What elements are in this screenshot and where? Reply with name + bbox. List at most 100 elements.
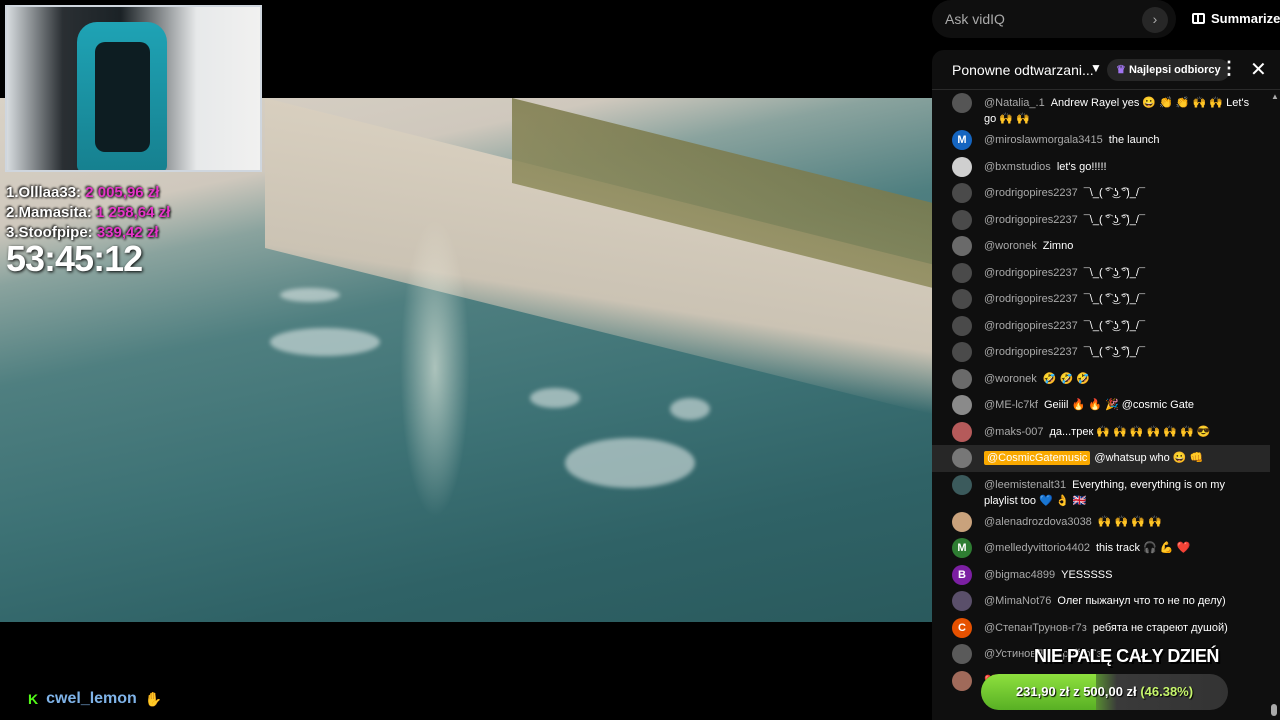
- chat-text: да...трек 🙌 🙌 🙌 🙌 🙌 🙌 😎: [1049, 425, 1211, 438]
- chat-message[interactable]: @ME-lc7kf Geiiil 🔥 🔥 🎉 @cosmic Gate: [932, 392, 1270, 419]
- chat-text: ¯\_( ͡° ͜ʖ ͡°)_/¯: [1083, 346, 1146, 358]
- chat-title[interactable]: Ponowne odtwarzani...: [952, 62, 1094, 78]
- chat-author[interactable]: @rodrigopires2237: [984, 187, 1078, 199]
- chat-message[interactable]: M @melledyvittorio4402 this track 🎧 💪 ❤️: [932, 535, 1270, 562]
- chat-author[interactable]: @rodrigopires2237: [984, 320, 1078, 332]
- avatar[interactable]: [952, 670, 972, 691]
- live-chat-panel: Ponowne odtwarzani... ▼ ♛ Najlepsi odbio…: [932, 50, 1280, 720]
- chat-message[interactable]: @rodrigopires2237 ¯\_( ͡° ͜ʖ ͡°)_/¯: [932, 207, 1270, 234]
- avatar[interactable]: C: [952, 617, 972, 638]
- avatar[interactable]: [952, 209, 972, 230]
- chat-message[interactable]: @woronek Zimno: [932, 233, 1270, 260]
- wave-foam: [530, 388, 580, 408]
- avatar[interactable]: [952, 93, 972, 113]
- top-fans-badge[interactable]: ♛ Najlepsi odbiorcy: [1107, 59, 1230, 81]
- avatar[interactable]: [952, 315, 972, 336]
- chat-message-body: @leemistenalt31 Everything, everything is…: [984, 472, 1260, 509]
- chat-message[interactable]: @rodrigopires2237 ¯\_( ͡° ͜ʖ ͡°)_/¯: [932, 286, 1270, 313]
- chat-author[interactable]: @maks-007: [984, 426, 1043, 438]
- more-vert-icon[interactable]: ⋮: [1220, 58, 1238, 79]
- chat-author[interactable]: @rodrigopires2237: [984, 214, 1078, 226]
- avatar[interactable]: [952, 342, 972, 362]
- chat-message[interactable]: B @bigmac4899 YESSSSS: [932, 562, 1270, 589]
- chat-message[interactable]: M @miroslawmorgala3415 the launch: [932, 127, 1270, 154]
- avatar[interactable]: [952, 591, 972, 611]
- chat-author[interactable]: @miroslawmorgala3415: [984, 134, 1103, 146]
- chat-author[interactable]: @woronek: [984, 240, 1037, 252]
- scroll-up-icon[interactable]: ▲: [1271, 92, 1279, 101]
- chat-message[interactable]: @rodrigopires2237 ¯\_( ͡° ͜ʖ ͡°)_/¯: [932, 260, 1270, 287]
- close-icon[interactable]: ✕: [1250, 57, 1267, 82]
- chat-message-body: @rodrigopires2237 ¯\_( ͡° ͜ʖ ͡°)_/¯: [984, 260, 1145, 281]
- badge-label: Najlepsi odbiorcy: [1128, 64, 1221, 76]
- chat-message-body: @rodrigopires2237 ¯\_( ͡° ͜ʖ ͡°)_/¯: [984, 339, 1145, 360]
- chat-author[interactable]: @ME-lc7kf: [984, 399, 1038, 411]
- chat-author[interactable]: @СтепанТрунов-г7з: [984, 622, 1087, 634]
- avatar[interactable]: [952, 395, 972, 415]
- webcam-overlay: [5, 5, 262, 172]
- chat-author[interactable]: @woronek: [984, 373, 1037, 385]
- chat-message[interactable]: @Natalia_.1 Andrew Rayel yes 😀 👏 👏 🙌 🙌 Le…: [932, 90, 1270, 127]
- wave-foam: [280, 288, 340, 302]
- chat-text: 🙌 🙌 🙌 🙌: [1097, 515, 1162, 528]
- chat-mention-badge[interactable]: @CosmicGatemusic: [984, 451, 1091, 465]
- chat-message-body: @bigmac4899 YESSSSS: [984, 562, 1112, 583]
- chat-author[interactable]: @bigmac4899: [984, 569, 1055, 581]
- chat-message[interactable]: @bxmstudios let's go!!!!!: [932, 154, 1270, 181]
- avatar[interactable]: M: [952, 130, 972, 150]
- scroll-thumb[interactable]: [1271, 704, 1277, 716]
- goal-text: 231,90 zł z 500,00 zł (46.38%): [981, 684, 1228, 699]
- donation-goal-bar: 231,90 zł z 500,00 zł (46.38%): [981, 674, 1228, 710]
- goal-target: 500,00 zł: [1083, 684, 1137, 699]
- avatar[interactable]: [952, 421, 972, 442]
- chat-author[interactable]: @rodrigopires2237: [984, 346, 1078, 358]
- chat-text: this track 🎧 💪 ❤️: [1095, 542, 1191, 554]
- chat-author[interactable]: @alenadrozdova3038: [984, 516, 1092, 528]
- chat-message[interactable]: @rodrigopires2237 ¯\_( ͡° ͜ʖ ͡°)_/¯: [932, 339, 1270, 366]
- avatar[interactable]: [952, 368, 972, 389]
- chat-text: ¯\_( ͡° ͜ʖ ͡°)_/¯: [1083, 319, 1146, 332]
- chat-text: ¯\_( ͡° ͜ʖ ͡°)_/¯: [1083, 293, 1146, 305]
- avatar[interactable]: [952, 156, 972, 177]
- chat-message-body: @rodrigopires2237 ¯\_( ͡° ͜ʖ ͡°)_/¯: [984, 313, 1145, 334]
- chat-message[interactable]: @leemistenalt31 Everything, everything is…: [932, 472, 1270, 509]
- avatar[interactable]: [952, 236, 972, 256]
- avatar[interactable]: [952, 289, 972, 309]
- chat-text: ¯\_( ͡° ͜ʖ ͡°)_/¯: [1083, 213, 1146, 226]
- goal-sep: z: [1073, 684, 1080, 699]
- avatar[interactable]: [952, 448, 972, 468]
- summarize-button[interactable]: Summarize: [1192, 11, 1280, 26]
- chevron-right-icon[interactable]: ›: [1142, 7, 1168, 33]
- chat-scrollbar[interactable]: ▲: [1271, 92, 1279, 720]
- avatar[interactable]: [952, 644, 972, 664]
- chat-author[interactable]: @MimaNot76: [984, 595, 1051, 607]
- ask-vidiq-input[interactable]: Ask vidIQ ›: [932, 0, 1176, 38]
- avatar[interactable]: B: [952, 564, 972, 585]
- chat-author[interactable]: @melledyvittorio4402: [984, 542, 1090, 554]
- chat-message[interactable]: @MimaNot76 Олег пыжанул что то не по делу…: [932, 588, 1270, 615]
- chat-author[interactable]: @bxmstudios: [984, 161, 1051, 173]
- chat-message-list[interactable]: @Natalia_.1 Andrew Rayel yes 😀 👏 👏 🙌 🙌 Le…: [932, 90, 1270, 720]
- chat-text: the launch: [1108, 134, 1160, 146]
- chat-author[interactable]: @Natalia_.1: [984, 97, 1045, 109]
- goal-current: 231,90 zł: [1015, 684, 1070, 699]
- avatar[interactable]: [952, 262, 972, 283]
- avatar[interactable]: [952, 511, 972, 532]
- chat-author[interactable]: @rodrigopires2237: [984, 267, 1078, 279]
- gaming-chair-seat: [95, 42, 150, 152]
- video-frame-beach[interactable]: [0, 98, 932, 622]
- chat-message[interactable]: @CosmicGatemusic @whatsup who 😀 👊: [932, 445, 1270, 472]
- chat-text: ¯\_( ͡° ͜ʖ ͡°)_/¯: [1083, 187, 1146, 199]
- avatar[interactable]: [952, 474, 972, 495]
- chat-message[interactable]: @alenadrozdova3038 🙌 🙌 🙌 🙌: [932, 509, 1270, 536]
- chat-author[interactable]: @leemistenalt31: [984, 479, 1066, 491]
- chat-author[interactable]: @rodrigopires2237: [984, 293, 1078, 305]
- chat-message[interactable]: @rodrigopires2237 ¯\_( ͡° ͜ʖ ͡°)_/¯: [932, 180, 1270, 207]
- chevron-down-icon[interactable]: ▼: [1090, 61, 1102, 75]
- chat-message[interactable]: @woronek 🤣 🤣 🤣: [932, 366, 1270, 393]
- chat-message[interactable]: @rodrigopires2237 ¯\_( ͡° ͜ʖ ͡°)_/¯: [932, 313, 1270, 340]
- chat-message[interactable]: C @СтепанТрунов-г7з ребята не стареют душо…: [932, 615, 1270, 642]
- avatar[interactable]: M: [952, 538, 972, 558]
- chat-message[interactable]: @maks-007 да...трек 🙌 🙌 🙌 🙌 🙌 🙌 😎: [932, 419, 1270, 446]
- avatar[interactable]: [952, 183, 972, 203]
